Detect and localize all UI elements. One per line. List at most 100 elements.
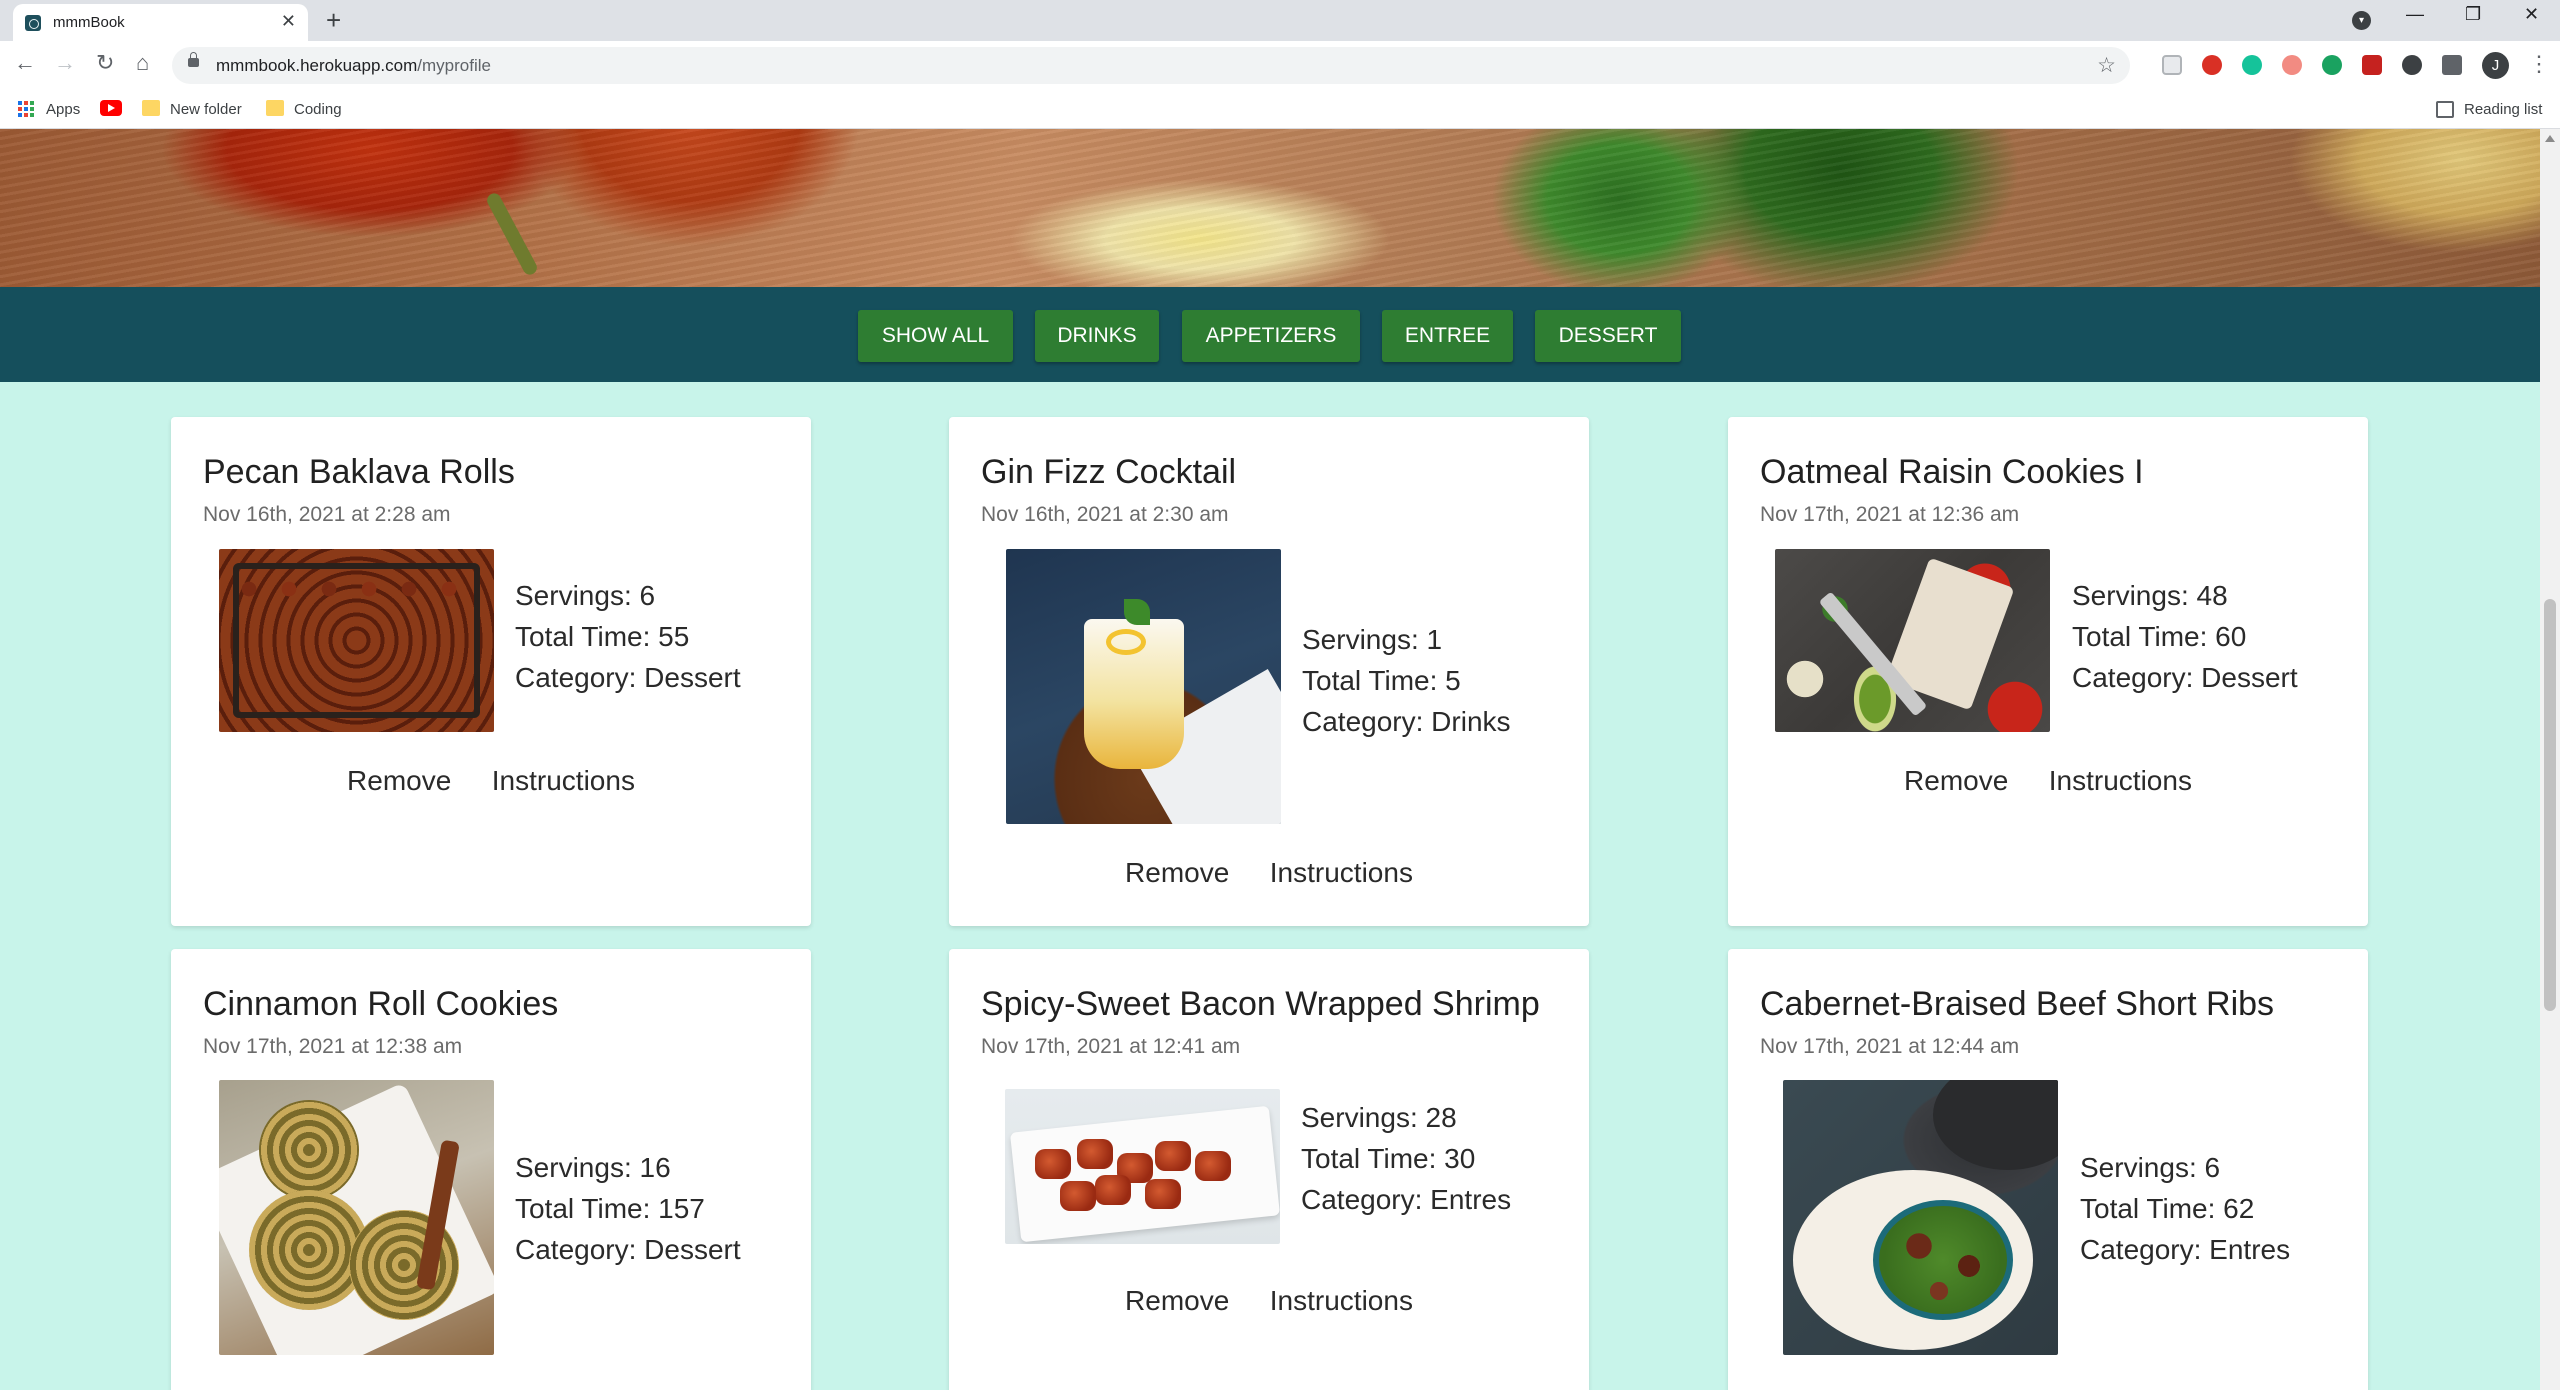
site-favicon-icon [25,15,41,31]
folder-icon[interactable] [266,100,284,116]
recipe-actions: Remove Instructions [949,1285,1589,1317]
page-scrollbar[interactable] [2540,129,2560,1390]
bookmark-new-folder[interactable]: New folder [170,101,242,118]
extension-adblock-icon[interactable] [2202,55,2222,75]
extension-arrow-icon[interactable] [2282,55,2302,75]
tab-title: mmmBook [53,14,125,31]
extension-green-icon[interactable] [2322,55,2342,75]
remove-button[interactable]: Remove [1904,765,2008,797]
tab-close-icon[interactable]: ✕ [281,11,296,32]
window-minimize-button[interactable]: — [2406,4,2424,25]
recipe-card: Oatmeal Raisin Cookies I Nov 17th, 2021 … [1728,417,2368,926]
tab-search-icon[interactable]: ▾ [2352,11,2371,30]
bookmarks-bar: Apps New folder Coding Reading list [0,91,2560,129]
bookmark-star-icon[interactable]: ☆ [2097,53,2116,78]
filter-entree-button[interactable]: ENTREE [1382,310,1513,362]
recipe-details: Servings: 16 Total Time: 157 Category: D… [515,1147,741,1270]
browser-tab-active[interactable]: mmmBook ✕ [13,4,308,41]
recipe-servings: Servings: 6 [2080,1152,2221,1183]
recipe-card: Spicy-Sweet Bacon Wrapped Shrimp Nov 17t… [949,949,1589,1390]
recipe-image [1783,1080,2058,1355]
category-filter-bar: SHOW ALL DRINKS APPETIZERS ENTREE DESSER… [0,287,2540,382]
remove-button[interactable]: Remove [1125,857,1229,889]
scroll-up-arrow-icon[interactable] [2545,135,2555,142]
recipe-category: Category: Dessert [515,662,741,693]
filter-appetizers-button[interactable]: APPETIZERS [1182,310,1360,362]
url-text: mmmbook.herokuapp.com/myprofile [216,56,491,76]
recipe-date: Nov 17th, 2021 at 12:44 am [1760,1035,2020,1058]
hero-banner-image [0,129,2540,287]
recipe-servings: Servings: 16 [515,1152,671,1183]
window-close-button[interactable]: ✕ [2524,4,2539,25]
recipe-date: Nov 17th, 2021 at 12:36 am [1760,503,2020,526]
new-tab-button[interactable]: + [326,4,341,36]
filter-drinks-button[interactable]: DRINKS [1035,310,1159,362]
recipe-category: Category: Entres [1301,1184,1512,1215]
recipe-actions: Remove Instructions [171,765,811,797]
recipe-title: Cabernet-Braised Beef Short Ribs [1760,985,2275,1023]
filter-show-all-button[interactable]: SHOW ALL [858,310,1013,362]
recipe-details: Servings: 48 Total Time: 60 Category: De… [2072,575,2298,698]
recipe-image [219,1080,494,1355]
instructions-button[interactable]: Instructions [1270,857,1413,889]
reload-icon[interactable]: ↻ [96,50,114,76]
instructions-button[interactable]: Instructions [492,765,635,797]
extension-pdf-icon[interactable] [2362,55,2382,75]
instructions-button[interactable]: Instructions [2049,765,2192,797]
browser-toolbar: ← → ↻ ⌂ mmmbook.herokuapp.com/myprofile … [0,41,2560,91]
extension-grammarly-icon[interactable] [2242,55,2262,75]
youtube-icon[interactable] [100,100,122,116]
url-host: mmmbook.herokuapp.com [216,56,418,75]
recipe-total-time: Total Time: 62 [2080,1193,2255,1224]
browser-menu-icon[interactable]: ⋮ [2528,51,2550,77]
recipe-title: Oatmeal Raisin Cookies I [1760,453,2144,491]
remove-button[interactable]: Remove [347,765,451,797]
window-restore-button[interactable]: ❐ [2465,4,2481,25]
extension-cloud-icon[interactable] [2402,55,2422,75]
recipe-total-time: Total Time: 30 [1301,1143,1476,1174]
remove-button[interactable]: Remove [1125,1285,1229,1317]
filter-dessert-button[interactable]: DESSERT [1535,310,1681,362]
recipe-details: Servings: 6 Total Time: 55 Category: Des… [515,575,741,698]
lock-icon[interactable] [188,52,199,67]
recipe-servings: Servings: 6 [515,580,656,611]
recipe-total-time: Total Time: 157 [515,1193,705,1224]
recipe-total-time: Total Time: 60 [2072,621,2247,652]
extension-note-icon[interactable] [2162,55,2182,75]
bookmark-coding[interactable]: Coding [294,101,342,118]
recipe-total-time: Total Time: 55 [515,621,690,652]
instructions-button[interactable]: Instructions [1270,1285,1413,1317]
bookmark-apps[interactable]: Apps [46,101,80,118]
recipe-date: Nov 17th, 2021 at 12:38 am [203,1035,463,1058]
profile-avatar[interactable]: J [2482,52,2509,79]
browser-tabstrip: mmmBook ✕ + ▾ — ❐ ✕ [0,0,2560,41]
reading-list-button[interactable]: Reading list [2464,101,2542,118]
recipe-actions: Remove Instructions [949,857,1589,889]
recipe-image [1005,1089,1280,1244]
home-icon[interactable]: ⌂ [136,50,149,76]
recipe-title: Spicy-Sweet Bacon Wrapped Shrimp [981,985,1540,1023]
recipe-image [1775,549,2050,732]
page-viewport: SHOW ALL DRINKS APPETIZERS ENTREE DESSER… [0,129,2540,1390]
back-arrow-icon[interactable]: ← [14,50,36,76]
recipe-card: Pecan Baklava Rolls Nov 16th, 2021 at 2:… [171,417,811,926]
recipe-total-time: Total Time: 5 [1302,665,1461,696]
recipe-details: Servings: 1 Total Time: 5 Category: Drin… [1302,619,1511,742]
recipe-card: Gin Fizz Cocktail Nov 16th, 2021 at 2:30… [949,417,1589,926]
forward-arrow-icon[interactable]: → [54,50,76,76]
recipe-title: Cinnamon Roll Cookies [203,985,559,1023]
recipe-title: Pecan Baklava Rolls [203,453,515,491]
reading-list-icon[interactable] [2436,101,2454,118]
address-bar[interactable]: mmmbook.herokuapp.com/myprofile ☆ [172,47,2130,84]
recipe-date: Nov 16th, 2021 at 2:28 am [203,503,451,526]
folder-icon[interactable] [142,100,160,116]
recipe-card: Cinnamon Roll Cookies Nov 17th, 2021 at … [171,949,811,1390]
extensions-puzzle-icon[interactable] [2442,55,2462,75]
recipe-servings: Servings: 1 [1302,624,1443,655]
recipe-servings: Servings: 48 [2072,580,2228,611]
scrollbar-thumb[interactable] [2544,599,2556,1011]
recipe-details: Servings: 28 Total Time: 30 Category: En… [1301,1097,1511,1220]
recipe-category: Category: Dessert [515,1234,741,1265]
apps-grid-icon[interactable] [18,101,34,117]
url-path: /myprofile [417,56,491,75]
